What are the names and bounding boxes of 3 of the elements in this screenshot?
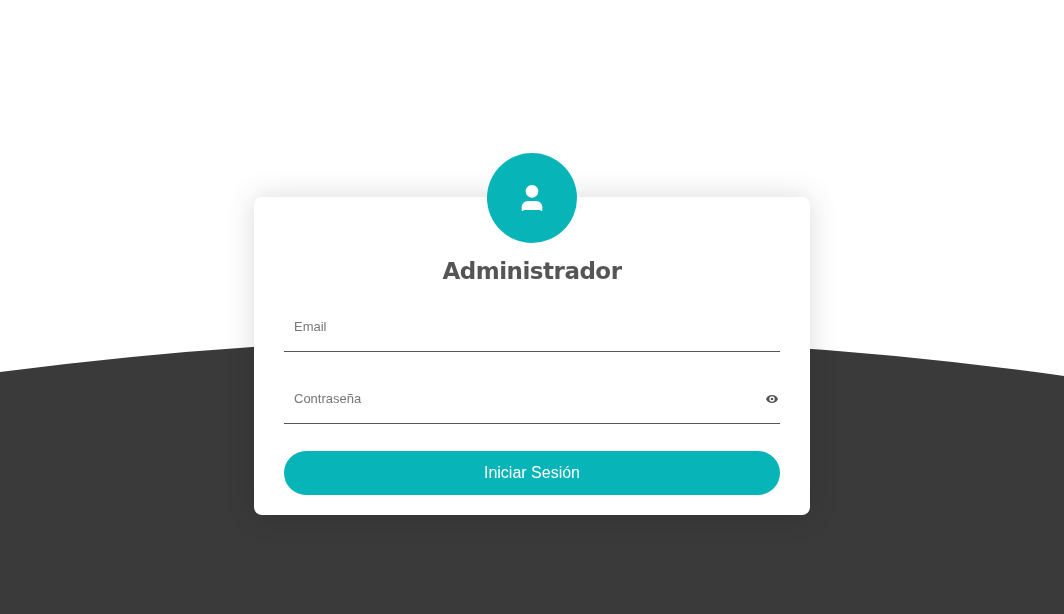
card-title: Administrador	[441, 257, 623, 285]
email-field[interactable]: Email	[284, 302, 780, 352]
login-button[interactable]: Iniciar Sesión	[284, 451, 780, 495]
